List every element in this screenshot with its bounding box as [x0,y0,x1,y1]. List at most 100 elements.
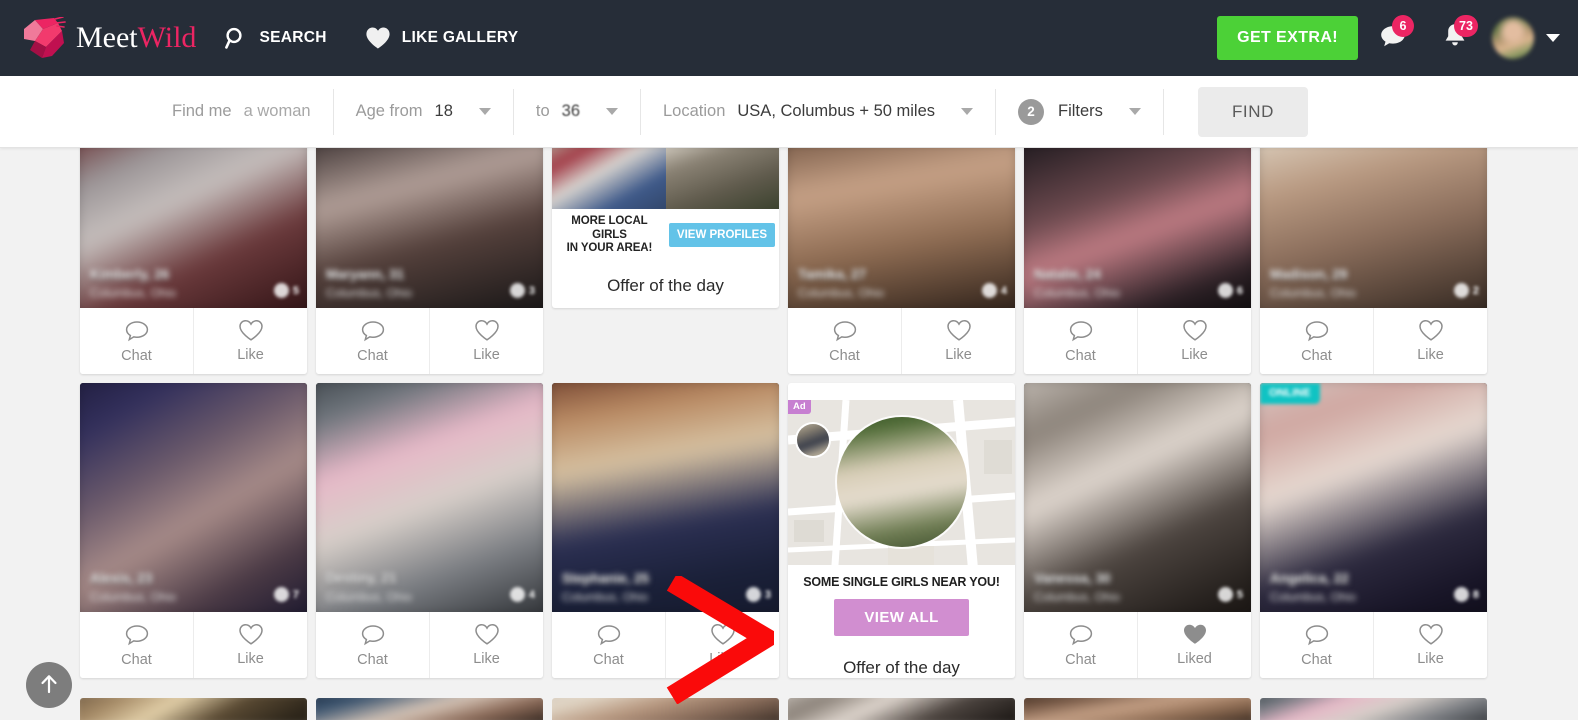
chat-button[interactable]: Chat [1260,308,1373,374]
chevron-down-icon[interactable] [1128,108,1141,115]
profile-photo[interactable]: Kimberly, 26 Columbus, Ohio 5 [80,148,307,308]
chevron-down-icon[interactable] [961,108,974,115]
get-extra-button[interactable]: GET EXTRA! [1217,16,1358,60]
profile-card-partial[interactable] [80,698,307,720]
profile-card-partial[interactable] [316,698,543,720]
profile-name: Natalie, 24 [1034,267,1101,282]
chat-button[interactable]: Chat [80,612,193,678]
like-button[interactable]: Like [193,308,307,374]
chat-label: Chat [1301,347,1332,364]
chat-button[interactable]: Chat [316,308,429,374]
profile-card[interactable]: Madison, 29 Columbus, Ohio 2 Chat Like [1260,148,1487,374]
card-actions: Chat Liked [1024,612,1251,678]
scroll-to-top-button[interactable] [26,662,72,708]
nav-item-like-gallery[interactable]: LIKE GALLERY [365,26,519,50]
view-profiles-button[interactable]: VIEW PROFILES [668,223,775,248]
profile-card-partial[interactable] [1260,698,1487,720]
primary-nav: SEARCH LIKE GALLERY [224,26,518,50]
filters-count-badge: 2 [1018,98,1045,125]
liked-button[interactable]: Liked [1137,612,1251,678]
profile-card-partial[interactable] [1024,698,1251,720]
media-count-badge: 6 [1217,283,1243,298]
profile-card[interactable]: Tamika, 27 Columbus, Ohio 4 Chat Like [788,148,1015,374]
age-from-field[interactable]: Age from 18 [334,89,513,135]
media-count-badge: 3 [745,587,771,602]
like-button[interactable]: Like [665,612,779,678]
location-field[interactable]: Location USA, Columbus + 50 miles [641,89,995,135]
profile-card-partial[interactable] [552,698,779,720]
card-actions: Chat Like [80,612,307,678]
like-label: Like [945,347,972,363]
chevron-down-icon[interactable] [1546,34,1560,42]
profile-photo[interactable]: Madison, 29 Columbus, Ohio 2 [1260,148,1487,308]
profile-location: Columbus, Ohio [326,286,413,300]
find-me-field[interactable]: Find me a woman [150,89,333,135]
chat-button[interactable]: Chat [788,308,901,374]
notifications-button[interactable]: 73 [1428,11,1482,65]
media-count-badge: 3 [509,283,535,298]
profile-card[interactable]: Alexis, 23 Columbus, Ohio 7 Chat Like [80,383,307,678]
chat-label: Chat [121,651,152,668]
ad-card-offer-of-the-day[interactable]: MORE LOCAL GIRLS IN YOUR AREA! VIEW PROF… [552,148,779,308]
ad-label-badge: Ad [788,399,811,414]
chevron-down-icon[interactable] [606,108,618,115]
profile-location: Columbus, Ohio [1034,286,1121,300]
profile-photo[interactable]: Stephanie, 25 Columbus, Ohio 3 [552,383,779,612]
ad-image-right [665,148,779,209]
profile-location: Columbus, Ohio [1034,590,1121,604]
meetwild-heart-logo-icon [22,17,66,59]
profile-card[interactable]: Vanessa, 30 Columbus, Ohio 5 Chat Liked [1024,383,1251,678]
like-button[interactable]: Like [193,612,307,678]
like-button[interactable]: Like [1373,308,1487,374]
find-button[interactable]: FIND [1197,86,1308,137]
ad-footer-label: Offer of the day [843,658,960,677]
profile-card[interactable]: Maryann, 31 Columbus, Ohio 3 Chat Like [316,148,543,374]
header-right-cluster: GET EXTRA! 6 73 [1217,0,1568,76]
profile-name: Alexis, 23 [90,571,153,586]
chat-label: Chat [357,347,388,364]
like-button[interactable]: Like [1137,308,1251,374]
profile-card[interactable]: Kimberly, 26 Columbus, Ohio 5 Chat Like [80,148,307,374]
age-to-field[interactable]: to 36 [514,89,640,135]
messages-button[interactable]: 6 [1366,11,1420,65]
profile-photo[interactable]: ONLINE Angelica, 22 Columbus, Ohio 8 [1260,383,1487,612]
avatar[interactable] [1492,17,1534,59]
divider [1162,88,1164,135]
chat-button[interactable]: Chat [1260,612,1373,678]
profile-photo[interactable]: Alexis, 23 Columbus, Ohio 7 [80,383,307,612]
like-button[interactable]: Like [1373,612,1487,678]
profile-card[interactable]: Natalie, 24 Columbus, Ohio 6 Chat Like [1024,148,1251,374]
like-button[interactable]: Like [429,308,543,374]
ad-card-offer-of-the-day[interactable]: Ad SOME SINGLE GIRLS NEAR YOU! VIEW ALL [788,383,1015,678]
profile-photo[interactable]: Maryann, 31 Columbus, Ohio 3 [316,148,543,308]
like-button[interactable]: Like [429,612,543,678]
profile-photo[interactable]: Tamika, 27 Columbus, Ohio 4 [788,148,1015,308]
logo[interactable]: MeetWild [22,17,196,59]
view-all-button[interactable]: VIEW ALL [834,599,969,636]
profile-card[interactable]: Stephanie, 25 Columbus, Ohio 3 Chat Like [552,383,779,678]
chevron-down-icon[interactable] [478,108,491,115]
chat-button[interactable]: Chat [316,612,429,678]
profile-card[interactable]: Destiny, 21 Columbus, Ohio 4 Chat Like [316,383,543,678]
profile-photo[interactable]: Vanessa, 30 Columbus, Ohio 5 [1024,383,1251,612]
ad-image-left [552,148,666,209]
filters-label: Filters [1058,102,1103,120]
chat-button[interactable]: Chat [1024,308,1137,374]
profile-location: Columbus, Ohio [1270,286,1357,300]
chat-button[interactable]: Chat [1024,612,1137,678]
chat-label: Chat [121,347,152,364]
like-button[interactable]: Like [901,308,1015,374]
profile-photo[interactable]: Natalie, 24 Columbus, Ohio 6 [1024,148,1251,308]
profile-card-partial[interactable] [788,698,1015,720]
chat-button[interactable]: Chat [80,308,193,374]
online-status-badge: ONLINE [1260,383,1320,404]
nav-item-search[interactable]: SEARCH [224,26,326,50]
profile-card[interactable]: ONLINE Angelica, 22 Columbus, Ohio 8 Cha… [1260,383,1487,678]
like-label: Like [473,347,500,363]
media-count-badge: 4 [981,283,1007,298]
like-label: Like [709,651,736,667]
filters-field[interactable]: 2 Filters [996,89,1163,135]
profile-photo[interactable]: Destiny, 21 Columbus, Ohio 4 [316,383,543,612]
profile-name: Vanessa, 30 [1034,571,1111,586]
chat-button[interactable]: Chat [552,612,665,678]
